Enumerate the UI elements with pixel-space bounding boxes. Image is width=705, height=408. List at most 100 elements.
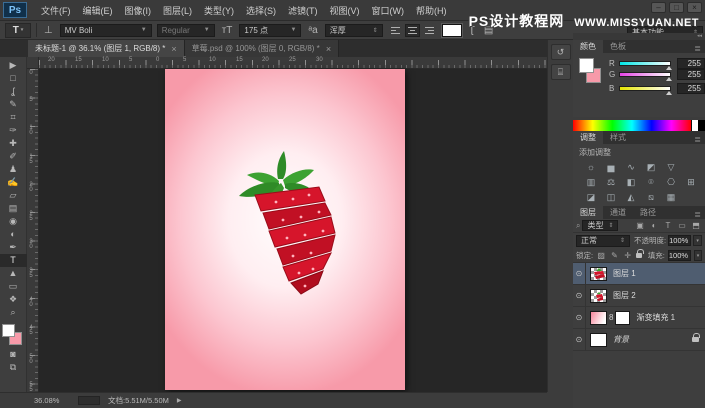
shape-tool[interactable]: ▭ <box>0 280 27 293</box>
quick-selection-tool[interactable]: ✎ <box>0 98 27 111</box>
panel-menu-icon[interactable]: ≣ <box>690 210 705 219</box>
photo-filter-icon[interactable]: ⌾ <box>643 176 659 189</box>
layer-name[interactable]: 图层 1 <box>613 268 636 279</box>
filter-adjustment-icon[interactable]: ◐ <box>648 221 660 230</box>
menu-edit[interactable]: 编辑(E) <box>77 4 119 17</box>
layer-name[interactable]: 背景 <box>613 334 629 345</box>
menu-image[interactable]: 图像(I) <box>119 4 158 17</box>
foreground-color-swatch[interactable] <box>2 324 15 337</box>
channel-b-value[interactable]: 255 <box>677 83 705 94</box>
eyedropper-tool[interactable]: ✑ <box>0 124 27 137</box>
color-spectrum-bar[interactable] <box>573 120 705 131</box>
menu-help[interactable]: 帮助(H) <box>410 4 453 17</box>
curves-icon[interactable]: ∿ <box>623 161 639 174</box>
layer-row-background[interactable]: ⊙ 背景 <box>573 329 705 351</box>
levels-icon[interactable]: ▅ <box>603 161 619 174</box>
blur-tool[interactable]: ◉ <box>0 215 27 228</box>
text-orientation-icon[interactable]: ⊥ <box>42 25 55 36</box>
tab-untitled-1[interactable]: 未标题-1 @ 36.1% (图层 1, RGB/8) * × <box>28 40 185 57</box>
lock-position-icon[interactable]: ✛ <box>623 251 633 260</box>
channel-g-slider[interactable] <box>619 72 671 77</box>
menu-filter[interactable]: 滤镜(T) <box>282 4 324 17</box>
invert-icon[interactable]: ◪ <box>583 191 599 204</box>
gradient-fill-thumbnail[interactable] <box>590 311 607 325</box>
visibility-eye-icon[interactable]: ⊙ <box>573 285 586 307</box>
layer-thumbnail[interactable] <box>590 289 607 303</box>
tab-swatches[interactable]: 色板 <box>603 40 633 53</box>
opacity-value[interactable]: 100% <box>668 235 691 246</box>
quick-mask-icon[interactable]: ◙ <box>0 348 27 361</box>
align-right-icon[interactable] <box>422 24 437 37</box>
chevron-down-icon[interactable]: ▾ <box>694 250 702 261</box>
font-family-select[interactable]: MV Boli ▼ <box>60 24 152 37</box>
slider-handle[interactable] <box>666 77 672 81</box>
exposure-icon[interactable]: ◩ <box>643 161 659 174</box>
clone-stamp-tool[interactable]: ♟ <box>0 163 27 176</box>
channel-g-value[interactable]: 255 <box>677 69 705 80</box>
font-size-select[interactable]: 175 点 ▼ <box>239 24 301 37</box>
spectrum-gradient[interactable] <box>573 120 691 131</box>
lock-transparency-icon[interactable]: ▨ <box>596 251 606 260</box>
selective-color-icon[interactable]: ▦ <box>663 191 679 204</box>
panel-menu-icon[interactable]: ≣ <box>690 44 705 53</box>
menu-view[interactable]: 视图(V) <box>324 4 366 17</box>
anti-alias-select[interactable]: 浑厚 ⇕ <box>325 24 383 37</box>
menu-type[interactable]: 类型(Y) <box>198 4 240 17</box>
lasso-tool[interactable]: ʆ <box>0 85 27 98</box>
slider-handle[interactable] <box>666 91 672 95</box>
filter-smart-object-icon[interactable]: ⬒ <box>690 221 702 230</box>
marquee-tool[interactable]: □ <box>0 72 27 85</box>
color-lookup-icon[interactable]: ⊞ <box>683 176 699 189</box>
blend-mode-select[interactable]: 正常 ⇕ <box>576 235 630 247</box>
vibrance-icon[interactable]: ▽ <box>663 161 679 174</box>
move-tool[interactable]: ▶ <box>0 59 27 72</box>
channel-r-slider[interactable] <box>619 61 671 66</box>
brush-tool[interactable]: ✐ <box>0 150 27 163</box>
brightness-contrast-icon[interactable]: ☼ <box>583 161 599 174</box>
black-white-icon[interactable]: ◧ <box>623 176 639 189</box>
filter-shape-icon[interactable]: ▭ <box>676 221 688 230</box>
zoom-level-field[interactable]: 36.08% <box>34 396 70 405</box>
font-style-select[interactable]: Regular ▼ <box>157 24 215 37</box>
panel-menu-icon[interactable]: ≣ <box>690 135 705 144</box>
fill-value[interactable]: 100% <box>668 250 691 261</box>
lock-all-icon[interactable] <box>636 253 642 258</box>
history-brush-tool[interactable]: ✍ <box>0 176 27 189</box>
layer-name[interactable]: 图层 2 <box>613 290 636 301</box>
menu-window[interactable]: 窗口(W) <box>366 4 411 17</box>
chevron-down-icon[interactable]: ▾ <box>693 235 702 246</box>
collapse-panels-icon[interactable]: ◂◂ <box>573 33 705 40</box>
visibility-eye-icon[interactable]: ⊙ <box>573 329 586 351</box>
vertical-ruler[interactable]: 0 5 10 15 20 25 30 35 40 45 50 55 <box>27 69 39 392</box>
close-icon[interactable]: × <box>326 44 331 54</box>
tab-adjustments[interactable]: 调整 <box>573 131 603 144</box>
align-left-icon[interactable] <box>388 24 403 37</box>
hue-saturation-icon[interactable]: ▥ <box>583 176 599 189</box>
layer-row-layer2[interactable]: ⊙ 图层 2 <box>573 285 705 307</box>
healing-brush-tool[interactable]: ✚ <box>0 137 27 150</box>
status-menu-arrow-icon[interactable]: ▶ <box>177 397 182 404</box>
pen-tool[interactable]: ✒ <box>0 241 27 254</box>
layer-thumbnail[interactable] <box>590 333 607 347</box>
threshold-icon[interactable]: ◭ <box>623 191 639 204</box>
gradient-map-icon[interactable]: ⧅ <box>643 191 659 204</box>
properties-panel-icon[interactable]: ⌸ <box>551 64 571 80</box>
tab-strawberry-psd[interactable]: 草莓.psd @ 100% (图层 0, RGB/8) * × <box>185 40 339 57</box>
text-color-swatch[interactable] <box>442 24 462 37</box>
menu-layer[interactable]: 图层(L) <box>157 4 198 17</box>
menu-select[interactable]: 选择(S) <box>240 4 282 17</box>
history-panel-icon[interactable]: ↺ <box>551 44 571 60</box>
gradient-tool[interactable]: ▤ <box>0 202 27 215</box>
visibility-eye-icon[interactable]: ⊙ <box>573 263 586 285</box>
layer-mask-thumbnail[interactable] <box>615 311 630 325</box>
channel-r-value[interactable]: 255 <box>677 58 705 69</box>
lock-pixels-icon[interactable]: ✎ <box>609 251 619 260</box>
spectrum-black[interactable] <box>698 120 705 131</box>
spectrum-white[interactable] <box>691 120 698 131</box>
filter-pixel-icon[interactable]: ▣ <box>634 221 646 230</box>
layer-row-layer1[interactable]: ⊙ 图层 1 <box>573 263 705 285</box>
align-center-icon[interactable] <box>405 24 420 37</box>
visibility-eye-icon[interactable]: ⊙ <box>573 307 586 329</box>
foreground-color-swatch[interactable] <box>579 58 594 73</box>
posterize-icon[interactable]: ◫ <box>603 191 619 204</box>
